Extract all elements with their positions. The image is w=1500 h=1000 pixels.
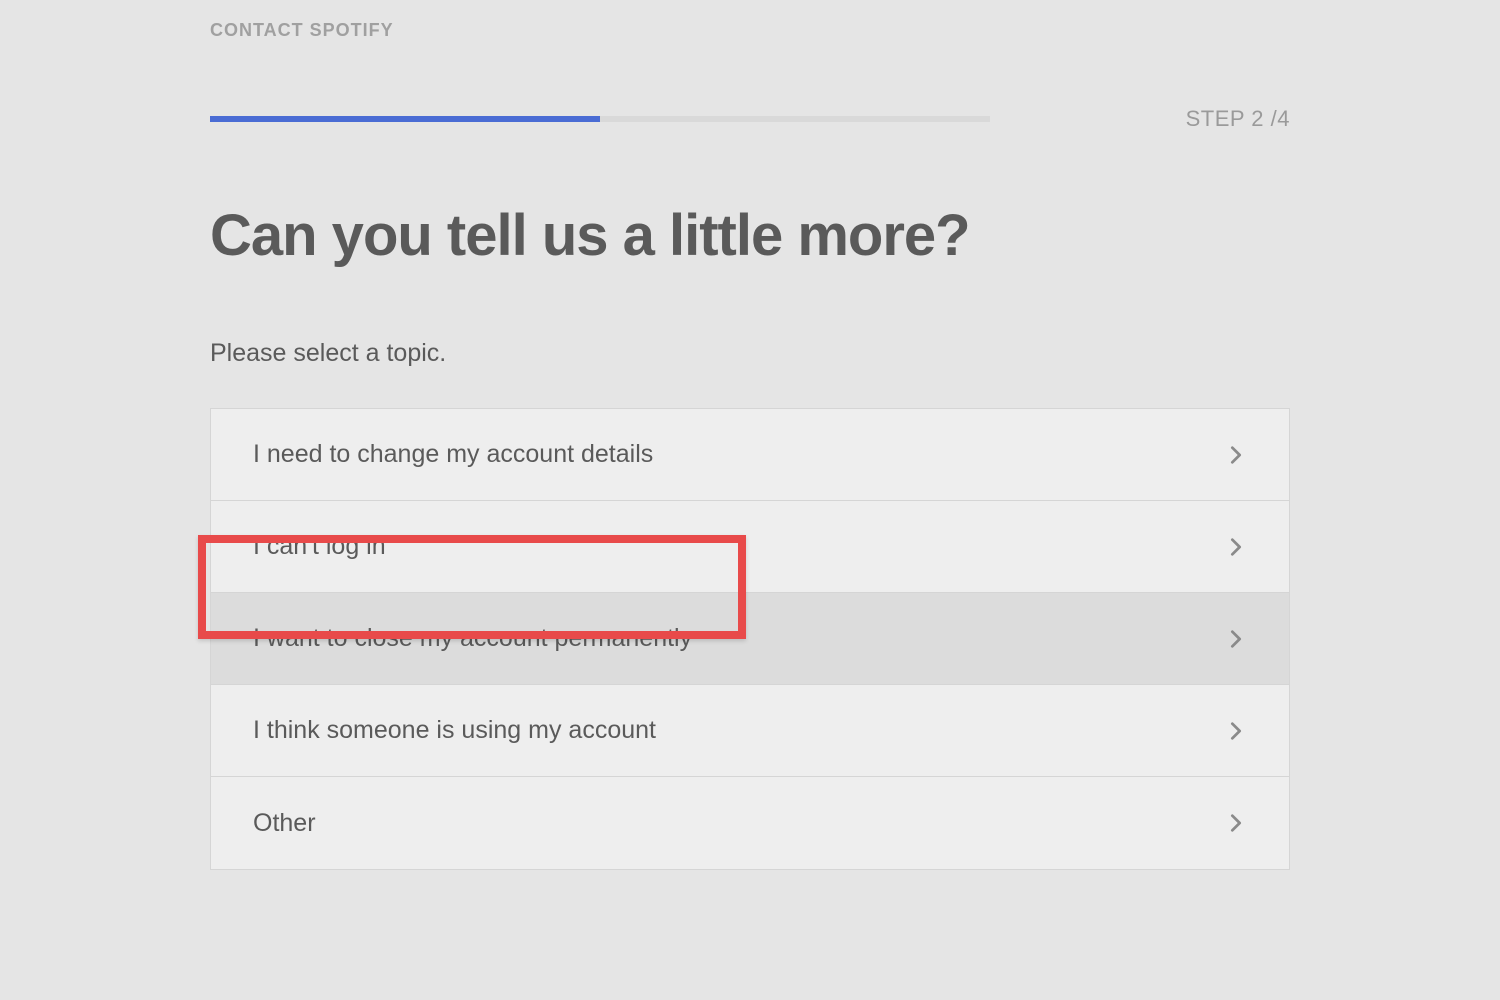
chevron-right-icon (1225, 628, 1247, 650)
option-label: I want to close my account permanently (253, 624, 692, 653)
progress-row: STEP 2 /4 (210, 106, 1290, 132)
chevron-right-icon (1225, 444, 1247, 466)
step-label: STEP 2 /4 (1186, 106, 1290, 132)
topic-option-list: I need to change my account details I ca… (210, 408, 1290, 870)
option-label: I think someone is using my account (253, 716, 656, 745)
option-close-account[interactable]: I want to close my account permanently (211, 593, 1289, 685)
option-label: I can't log in (253, 532, 386, 561)
page-title: Can you tell us a little more? (210, 202, 1290, 269)
chevron-right-icon (1225, 536, 1247, 558)
chevron-right-icon (1225, 720, 1247, 742)
option-label: I need to change my account details (253, 440, 653, 469)
progress-bar (210, 116, 990, 122)
option-other[interactable]: Other (211, 777, 1289, 869)
option-change-account-details[interactable]: I need to change my account details (211, 409, 1289, 501)
option-cant-log-in[interactable]: I can't log in (211, 501, 1289, 593)
page-subheading: Please select a topic. (210, 339, 1290, 368)
option-someone-using-account[interactable]: I think someone is using my account (211, 685, 1289, 777)
breadcrumb: CONTACT SPOTIFY (210, 20, 1290, 41)
progress-fill (210, 116, 600, 122)
chevron-right-icon (1225, 812, 1247, 834)
option-label: Other (253, 809, 316, 838)
